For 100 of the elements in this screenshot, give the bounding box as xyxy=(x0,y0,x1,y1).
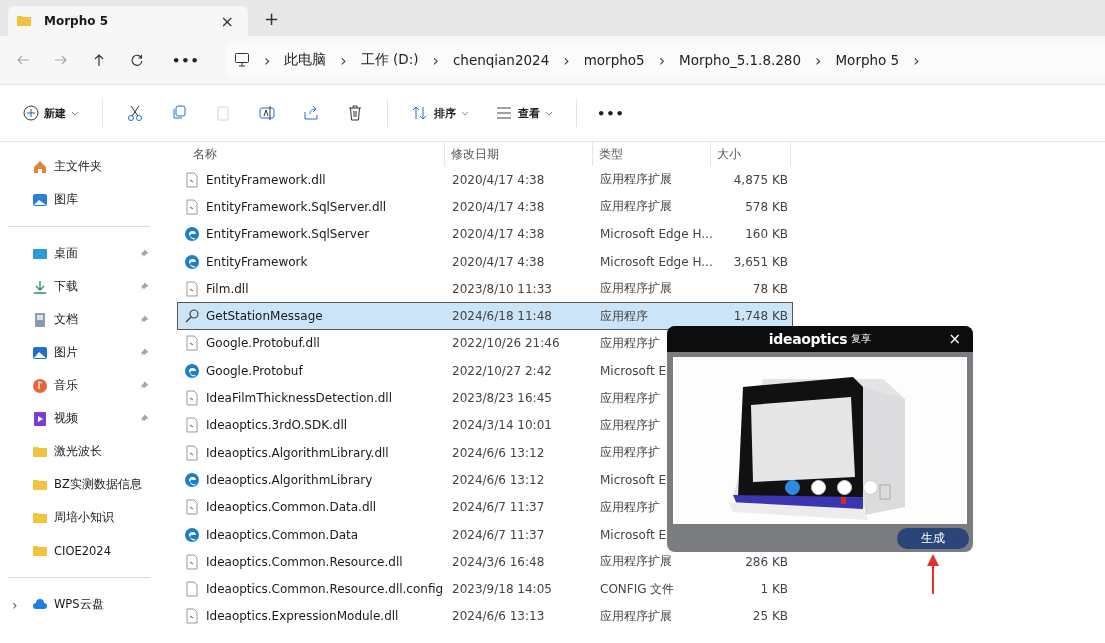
size-cell-text: 160 KB xyxy=(744,227,789,242)
size-cell-text: 1 KB xyxy=(759,582,789,597)
new-button[interactable]: 新建 xyxy=(14,99,88,127)
dll-file-icon xyxy=(184,444,200,461)
dll-file-icon xyxy=(184,608,200,625)
sidebar-item[interactable]: 图片 xyxy=(8,336,150,369)
file-name: Ideaoptics.ExpressionModule.dll xyxy=(206,609,399,624)
file-name: GetStationMessage xyxy=(206,309,323,324)
pin-icon[interactable] xyxy=(138,313,150,326)
breadcrumb[interactable]: morpho5 xyxy=(583,52,645,68)
breadcrumb[interactable]: 此电脑 xyxy=(284,51,327,69)
sidebar-item[interactable]: BZ实测数据信息 xyxy=(8,468,150,501)
breadcrumb[interactable]: 工作 (D:) xyxy=(360,51,419,69)
type-cell-text: 应用程序扩 xyxy=(599,334,661,352)
date-cell-text: 2023/9/18 14:05 xyxy=(451,582,553,597)
file-row[interactable]: Google.Protobuf 2022/10/27 2:42 Microsoft E xyxy=(177,357,793,385)
type-cell-text: 应用程序 xyxy=(599,307,649,325)
plus-icon xyxy=(23,105,39,121)
type-cell-text: 应用程序扩展 xyxy=(599,607,673,625)
pin-icon[interactable] xyxy=(138,247,150,260)
file-row[interactable]: EntityFramework.SqlServer.dll 2020/4/17 4:38 应用程序扩展 578 KB xyxy=(177,193,793,221)
download-icon xyxy=(32,278,48,295)
file-row[interactable]: Ideaoptics.AlgorithmLibrary 2024/6/6 13:12 Microsoft E xyxy=(177,466,793,494)
sidebar-label: 激光波长 xyxy=(54,444,103,459)
breadcrumb[interactable]: Morpho 5 xyxy=(835,52,900,68)
file-name: EntityFramework.dll xyxy=(206,172,326,187)
expand-icon[interactable]: › xyxy=(12,596,18,613)
file-icon xyxy=(184,581,200,598)
file-row[interactable]: Ideaoptics.Common.Resource.dll 2024/3/6 16:48 应用程序扩展 286 KB xyxy=(177,548,793,576)
pin-icon[interactable] xyxy=(138,412,150,425)
logo-text: ideaoptics xyxy=(768,331,848,347)
back-arrow-icon xyxy=(16,53,30,67)
sort-button[interactable]: 排序 xyxy=(402,99,478,127)
dll-file-icon xyxy=(184,390,200,406)
edge-browser-icon xyxy=(184,253,200,270)
breadcrumb[interactable]: chenqian2024 xyxy=(452,52,550,68)
file-row[interactable]: Ideaoptics.AlgorithmLibrary.dll 2024/6/6 13:12 应用程序扩 xyxy=(177,438,793,467)
view-button[interactable]: 查看 xyxy=(486,99,562,127)
sidebar-item[interactable]: 桌面 xyxy=(8,237,150,270)
sidebar-item[interactable]: 激光波长 xyxy=(8,435,150,468)
file-row[interactable]: Ideaoptics.Common.Resource.dll.config 2023/9/18 14:05 CONFIG 文件 1 KB xyxy=(177,575,793,603)
sidebar-item[interactable]: 图库 xyxy=(8,183,150,216)
sidebar-item[interactable]: › WPS云盘 xyxy=(8,588,150,621)
sidebar-item[interactable]: 文档 xyxy=(8,303,150,336)
sidebar-item[interactable]: 视频 xyxy=(8,402,150,435)
sidebar-item[interactable]: 下载 xyxy=(8,270,150,303)
close-tab-button[interactable]: × xyxy=(216,11,238,31)
type-cell-text: 应用程序扩 xyxy=(599,389,661,407)
file-row[interactable]: Film.dll 2023/8/10 11:33 应用程序扩展 78 KB xyxy=(177,275,793,303)
pin-icon[interactable] xyxy=(138,280,150,293)
new-tab-button[interactable]: + xyxy=(260,7,284,29)
file-name: Ideaoptics.3rdO.SDK.dll xyxy=(206,418,348,433)
file-row[interactable]: Ideaoptics.3rdO.SDK.dll 2024/3/14 10:01 应用程序扩 xyxy=(177,411,793,439)
sidebar-label: 图库 xyxy=(54,192,79,207)
address-bar[interactable]: › 此电脑 › 工作 (D:) › chenqian2024 › morpho5 › Morpho_5.1.8.280 › Morpho 5 › xyxy=(225,43,1105,77)
sidebar-item[interactable]: 音乐 xyxy=(8,369,150,402)
date-cell-text: 2023/8/23 16:45 xyxy=(451,391,553,405)
date-cell-text: 2024/6/6 13:12 xyxy=(451,445,546,460)
column-header[interactable]: 类型 xyxy=(593,142,711,166)
file-row[interactable]: GetStationMessage 2024/6/18 11:48 应用程序 1,748 KB xyxy=(177,302,793,330)
more-button[interactable]: ••• xyxy=(166,51,206,69)
sidebar-item[interactable]: 主文件夹 xyxy=(8,150,150,183)
sidebar-item[interactable]: 周培小知识 xyxy=(8,501,150,534)
chevron-icon[interactable]: › xyxy=(913,50,920,70)
caret-icon xyxy=(461,109,469,117)
file-row[interactable]: Ideaoptics.ExpressionModule.dll 2024/6/6 13:13 应用程序扩展 25 KB xyxy=(177,602,793,631)
column-header[interactable]: 名称 xyxy=(177,142,445,166)
file-row[interactable]: EntityFramework 2020/4/17 4:38 Microsoft Edge H... 3,651 KB xyxy=(177,247,793,276)
column-header[interactable]: 修改日期 xyxy=(445,142,593,166)
file-name: Google.Protobuf xyxy=(206,363,303,378)
more-button[interactable]: ••• xyxy=(591,104,631,122)
file-row[interactable]: EntityFramework.dll 2020/4/17 4:38 应用程序扩展 4,875 KB xyxy=(177,166,793,194)
type-cell-text: 应用程序扩 xyxy=(599,416,661,434)
file-row[interactable]: Ideaoptics.Common.Data.dll 2024/6/7 11:37 应用程序扩 xyxy=(177,493,793,521)
type-cell-text: Microsoft E xyxy=(599,472,667,487)
sidebar-label: 文档 xyxy=(54,312,79,327)
file-name: Google.Protobuf.dll xyxy=(206,336,320,351)
date-cell-text: 2023/8/10 11:33 xyxy=(451,281,553,296)
breadcrumb[interactable]: Morpho_5.1.8.280 xyxy=(679,52,802,68)
type-cell-text: 应用程序扩展 xyxy=(599,198,673,216)
rename-icon xyxy=(258,104,276,122)
file-row[interactable]: IdeaFilmThicknessDetection.dll 2023/8/23 16:45 应用程序扩 xyxy=(177,384,793,412)
pin-icon[interactable] xyxy=(138,379,150,392)
window-tab[interactable]: Morpho 5 × xyxy=(8,6,248,36)
size-cell-text: 578 KB xyxy=(744,199,789,214)
chevron-icon: › xyxy=(563,50,570,70)
chevron-icon: › xyxy=(432,50,439,70)
file-row[interactable]: Ideaoptics.Common.Data 2024/6/7 11:37 Microsoft E xyxy=(177,520,793,549)
sidebar-label: CIOE2024 xyxy=(54,543,112,558)
file-name: IdeaFilmThicknessDetection.dll xyxy=(206,391,392,405)
column-header[interactable]: 大小 xyxy=(711,142,791,166)
edge-browser-icon xyxy=(184,526,200,543)
file-name: EntityFramework.SqlServer xyxy=(206,227,370,242)
sidebar-label: 周培小知识 xyxy=(54,510,115,525)
file-row[interactable]: EntityFramework.SqlServer 2020/4/17 4:38 Microsoft Edge H... 160 KB xyxy=(177,220,793,248)
date-cell-text: 2024/6/18 11:48 xyxy=(451,309,553,324)
close-button[interactable]: × xyxy=(942,329,967,349)
pin-icon[interactable] xyxy=(138,346,150,359)
sidebar-item[interactable]: CIOE2024 xyxy=(8,534,150,567)
generate-button[interactable]: 生成 xyxy=(897,527,969,549)
